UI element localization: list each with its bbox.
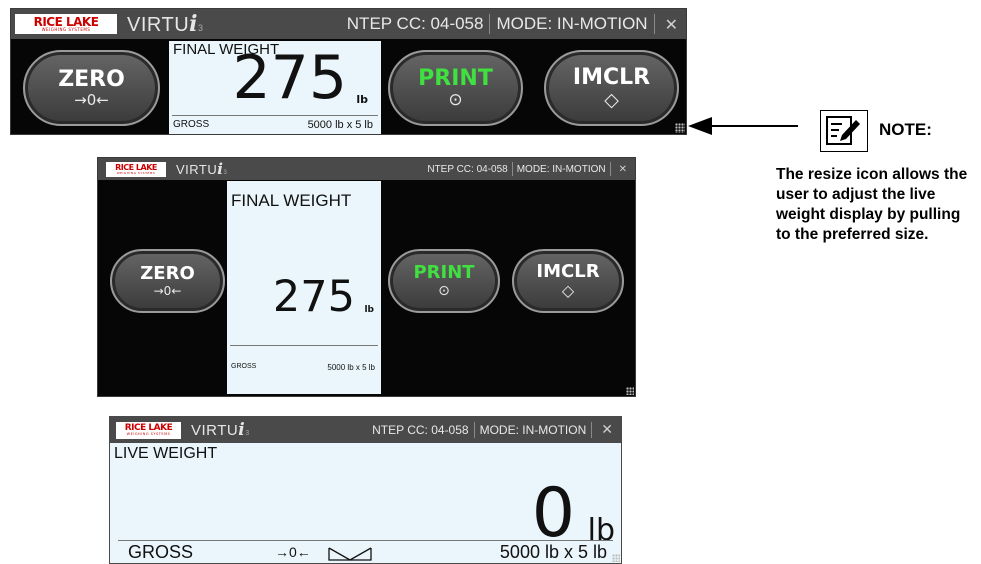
- motion-icon: [328, 547, 372, 561]
- zero-button[interactable]: ZERO →0←: [110, 249, 225, 313]
- title-bar[interactable]: RICE LAKE WEIGHING SYSTEMS VIRTU i 3 NTEP …: [110, 417, 621, 443]
- imclr-button[interactable]: IMCLR ◇: [544, 50, 679, 126]
- capacity-label: 5000 lb x 5 lb: [499, 542, 607, 562]
- gross-label: GROSS: [231, 363, 257, 370]
- print-button-label: PRINT: [418, 65, 493, 91]
- weight-panel: LIVE WEIGHT 0 lb GROSS →0← 5000 lb x 5 l…: [110, 443, 621, 563]
- resize-grip-icon[interactable]: [675, 123, 685, 133]
- title-separator: [609, 162, 611, 176]
- zero-button-label: ZERO: [140, 263, 195, 284]
- weight-value: 0: [531, 474, 575, 553]
- weight-unit: lb: [356, 93, 368, 106]
- mode-label: MODE: IN-MOTION: [479, 423, 587, 437]
- weight-panel: FINAL WEIGHT 275 lb GROSS 5000 lb x 5 lb: [227, 181, 381, 394]
- title-separator: [653, 14, 655, 34]
- gross-label: GROSS: [128, 542, 194, 562]
- title-separator: [473, 422, 475, 438]
- zero-center-icon: →0←: [275, 544, 311, 560]
- virtui-logo: VIRTU i 3: [191, 420, 250, 440]
- zero-arrows-icon: →0←: [153, 284, 182, 298]
- title-bar[interactable]: RICE LAKE WEIGHING SYSTEMS VIRTU i 3 NTEP …: [98, 158, 635, 180]
- rice-lake-logo: RICE LAKE WEIGHING SYSTEMS: [106, 161, 166, 177]
- weight-value: 275: [272, 272, 355, 322]
- rice-lake-logo: RICE LAKE WEIGHING SYSTEMS: [15, 14, 117, 34]
- note-icon: [820, 110, 868, 152]
- close-icon[interactable]: ✕: [665, 15, 678, 34]
- ntep-cc-label: NTEP CC: 04-058: [372, 423, 469, 437]
- capacity-label: 5000 lb x 5 lb: [307, 119, 373, 131]
- panel-divider: [230, 345, 378, 346]
- note-title: NOTE:: [879, 120, 932, 139]
- close-icon[interactable]: ✕: [619, 164, 627, 175]
- rice-lake-logo: RICE LAKE WEIGHING SYSTEMS: [116, 421, 181, 439]
- mode-label: MODE: IN-MOTION: [496, 14, 648, 33]
- virtui-logo: VIRTU i 3: [127, 11, 204, 37]
- panel-title: FINAL WEIGHT: [231, 191, 352, 210]
- title-bar[interactable]: RICE LAKE WEIGHING SYSTEMS VIRTU i 3 NTEP …: [11, 9, 686, 39]
- print-button-label: PRINT: [413, 262, 475, 283]
- weight-unit: lb: [364, 305, 374, 315]
- panel-divider: [118, 540, 613, 541]
- title-separator: [591, 422, 593, 438]
- weight-display-window-large: RICE LAKE WEIGHING SYSTEMS VIRTU i 3 NTEP …: [10, 8, 687, 135]
- virtui-logo: VIRTU i 3: [176, 160, 228, 178]
- panel-divider: [172, 115, 378, 116]
- ntep-cc-label: NTEP CC: 04-058: [427, 163, 508, 175]
- capacity-label: 5000 lb x 5 lb: [327, 363, 375, 372]
- resize-grip-icon[interactable]: [612, 554, 620, 562]
- ntep-cc-label: NTEP CC: 04-058: [346, 14, 484, 33]
- mode-label: MODE: IN-MOTION: [516, 163, 606, 175]
- imclr-icon: ◇: [561, 281, 575, 300]
- zero-button-label: ZERO: [58, 66, 125, 92]
- title-separator: [489, 14, 491, 34]
- panel-title: LIVE WEIGHT: [114, 445, 218, 462]
- weight-display-window-live: RICE LAKE WEIGHING SYSTEMS VIRTU i 3 NTEP …: [109, 416, 622, 564]
- imclr-icon: ◇: [604, 88, 619, 111]
- zero-button[interactable]: ZERO →0←: [23, 50, 160, 126]
- print-icon: ⊙: [438, 283, 450, 299]
- imclr-button[interactable]: IMCLR ◇: [512, 249, 624, 313]
- resize-grip-icon[interactable]: [626, 387, 634, 395]
- gross-label: GROSS: [173, 119, 210, 130]
- zero-arrows-icon: →0←: [74, 90, 109, 109]
- imclr-button-label: IMCLR: [536, 261, 600, 282]
- imclr-button-label: IMCLR: [572, 64, 651, 90]
- print-icon: ⊙: [448, 89, 463, 110]
- close-icon[interactable]: ✕: [601, 422, 613, 438]
- weight-display-window-medium: RICE LAKE WEIGHING SYSTEMS VIRTU i 3 NTEP …: [97, 157, 636, 397]
- title-separator: [511, 162, 513, 176]
- print-button[interactable]: PRINT ⊙: [388, 50, 523, 126]
- weight-value: 275: [232, 43, 347, 113]
- weight-panel: FINAL WEIGHT 275 lb GROSS 5000 lb x 5 lb: [169, 41, 381, 134]
- callout-arrow: [688, 117, 798, 135]
- note-text: The resize icon allows the user to adjus…: [776, 166, 968, 243]
- print-button[interactable]: PRINT ⊙: [388, 249, 500, 313]
